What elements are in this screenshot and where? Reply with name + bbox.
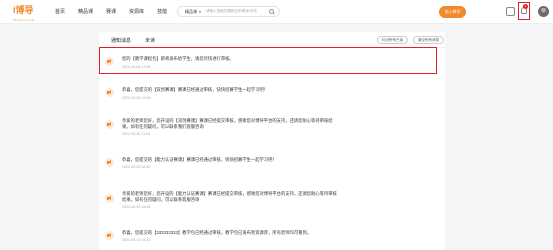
- message-time: 2022-05-26 13:08: [122, 96, 151, 100]
- search-icon[interactable]: [269, 9, 274, 14]
- message-text: 亲爱的老师您好，您开设的【双创赛课】赛课已经提交审核，感谢您对博导平台的支持，还…: [122, 118, 333, 129]
- nav-item-skills[interactable]: 技能: [157, 8, 167, 15]
- search-bar[interactable]: 精品课 请输入搜索的课程名称/教师/学校: [177, 6, 280, 17]
- search-input[interactable]: 请输入搜索的课程名称/教师/学校: [206, 9, 257, 14]
- notification-panel: 通知消息 未读 标记所有已读 清空所有消息 您的【教学课程包】即将发布给学生，请…: [99, 32, 445, 250]
- chat-icon[interactable]: [506, 7, 515, 16]
- nav-item-contests[interactable]: 赛课: [106, 8, 116, 15]
- message-text: 恭喜，您提交的【333333333】教学包已经通过审核，教学包已发布到资源库，所…: [122, 230, 312, 235]
- message-time: 2022-05-26 11:09: [122, 132, 151, 136]
- mark-all-read-button[interactable]: 标记所有已读: [377, 36, 408, 44]
- speaker-icon: [105, 57, 114, 66]
- avatar[interactable]: [538, 6, 549, 17]
- message-text: 恭喜，您提交的【能力认证赛课】赛课已经通过审核，快快招募学生一起学习吧！: [122, 157, 277, 162]
- search-category-select[interactable]: 精品课: [178, 9, 206, 15]
- nav-item-resources[interactable]: 资源库: [129, 8, 144, 15]
- speaker-icon: [105, 120, 114, 129]
- message-time: 2022-05-16 14:43: [122, 238, 151, 242]
- message-text: 您的【教学课程包】即将发布给学生，请您尽快进行审核。: [122, 56, 234, 61]
- notification-badge: 1: [523, 4, 528, 9]
- message-text: 恭喜，您提交的【双创赛课】赛课已经通过审核，快快招募学生一起学习吧！: [122, 87, 269, 92]
- clear-all-button[interactable]: 清空所有消息: [413, 36, 444, 44]
- nav-item-courses[interactable]: 精品课: [78, 8, 93, 15]
- logo-text: i博导: [13, 5, 34, 15]
- logo-subtext: IBODAO.COM: [13, 18, 35, 22]
- message-text: 亲爱的老师您好，您开设的【能力认证赛课】赛课已经提交审核，感谢您对博导平台的支持…: [122, 191, 337, 202]
- speaker-icon: [105, 194, 114, 203]
- message-time: 2022-05-25 18:46: [122, 205, 151, 209]
- notification-button[interactable]: 1: [518, 2, 530, 20]
- main-nav: 首页 精品课 赛课 资源库 技能: [55, 8, 180, 15]
- speaker-icon: [105, 158, 114, 167]
- search-category-label: 精品课: [185, 8, 197, 14]
- chevron-down-icon: [199, 10, 201, 13]
- top-navigation-bar: i博导 IBODAO.COM 首页 精品课 赛课 资源库 技能 精品课 请输入搜…: [0, 0, 553, 24]
- message-time: 2022-06-06 17:58: [122, 65, 151, 69]
- nav-item-home[interactable]: 首页: [55, 8, 65, 15]
- site-logo[interactable]: i博导 IBODAO.COM: [13, 6, 35, 25]
- speaker-icon: [105, 88, 114, 97]
- join-teaching-button[interactable]: 加入教学: [439, 6, 466, 18]
- speaker-icon: [105, 231, 114, 240]
- message-time: 2022-05-25 18:46: [122, 165, 151, 169]
